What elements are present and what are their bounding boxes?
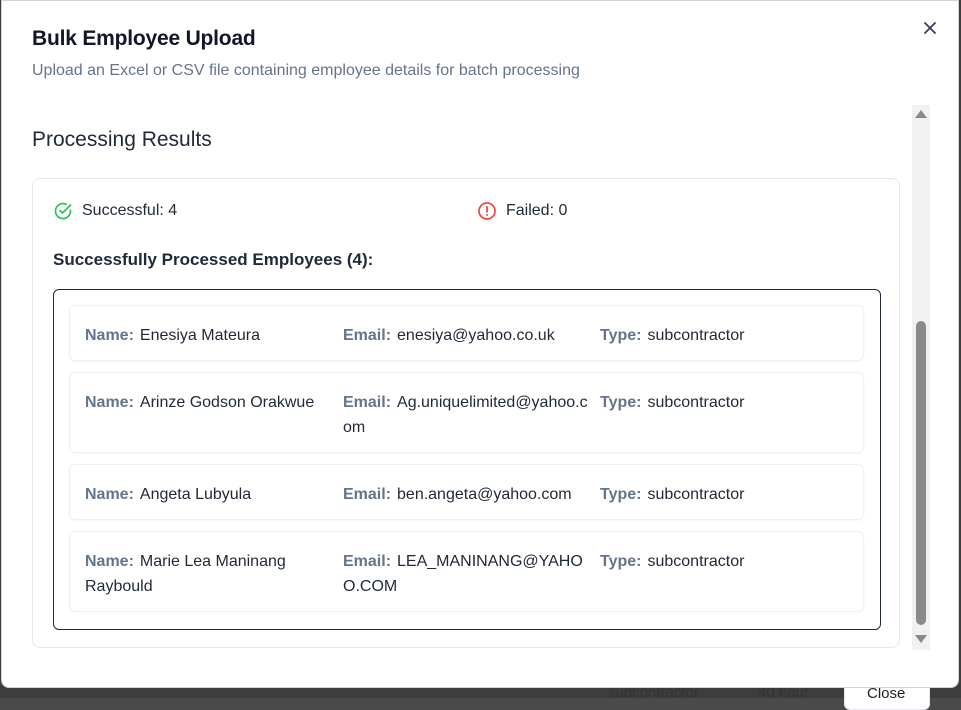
section-title: Processing Results xyxy=(32,128,212,151)
name-label: Name: xyxy=(85,486,134,503)
employee-item: Name: Arinze Godson Orakwue Email: Ag.uniq… xyxy=(69,372,864,453)
employee-item: Name: Marie Lea Maninang Raybould Email: L… xyxy=(69,531,864,612)
email-label: Email: xyxy=(343,553,392,570)
dialog-title: Bulk Employee Upload xyxy=(32,27,256,50)
name-label: Name: xyxy=(85,327,134,344)
scrollbar-thumb[interactable] xyxy=(916,321,926,625)
results-card: Successful: 4 Failed: 0 Successfully Pro… xyxy=(32,178,900,648)
employee-item: Name: Angeta Lubyula Email: ben.angeta@yah… xyxy=(69,464,864,520)
employee-name: Arinze Godson Orakwue xyxy=(139,394,315,411)
processed-list-heading: Successfully Processed Employees (4): xyxy=(53,250,374,269)
successful-count: Successful: 4 xyxy=(82,202,178,219)
employee-type: subcontractor xyxy=(647,486,745,503)
employee-item: Name: Enesiya Mateura Email: enesiya@yahoo… xyxy=(69,305,864,361)
employee-type: subcontractor xyxy=(647,327,745,344)
employee-email: enesiya@yahoo.co.uk xyxy=(397,327,555,344)
employee-type: subcontractor xyxy=(647,394,745,411)
email-label: Email: xyxy=(343,327,392,344)
email-label: Email: xyxy=(343,394,392,411)
employee-name: Angeta Lubyula xyxy=(139,486,252,503)
failed-stat: Failed: 0 xyxy=(477,201,567,221)
type-label: Type: xyxy=(600,394,642,411)
check-circle-icon xyxy=(54,202,72,220)
results-scroll-area[interactable]: Processing Results Successful: 4 Failed:… xyxy=(2,101,960,656)
scroll-up-arrow-icon[interactable] xyxy=(915,110,927,118)
dialog-description: Upload an Excel or CSV file containing e… xyxy=(32,62,580,79)
employee-name: Enesiya Mateura xyxy=(139,327,260,344)
close-icon xyxy=(924,22,936,34)
scroll-down-arrow-icon[interactable] xyxy=(915,635,927,643)
employee-email: ben.angeta@yahoo.com xyxy=(397,486,572,503)
close-button[interactable] xyxy=(917,15,943,41)
employee-type: subcontractor xyxy=(647,553,745,570)
name-label: Name: xyxy=(85,553,134,570)
bulk-upload-dialog: Bulk Employee Upload Upload an Excel or … xyxy=(1,0,959,688)
vertical-scrollbar[interactable] xyxy=(912,105,930,650)
email-label: Email: xyxy=(343,486,392,503)
name-label: Name: xyxy=(85,394,134,411)
employee-list: Name: Enesiya Mateura Email: enesiya@yahoo… xyxy=(53,289,881,630)
type-label: Type: xyxy=(600,486,642,503)
alert-circle-icon xyxy=(478,202,496,220)
type-label: Type: xyxy=(600,553,642,570)
type-label: Type: xyxy=(600,327,642,344)
failed-count: Failed: 0 xyxy=(506,202,568,219)
successful-stat: Successful: 4 xyxy=(53,201,177,221)
